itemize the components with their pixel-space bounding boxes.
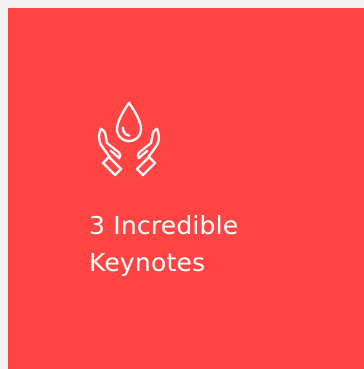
feature-card: 3 Incredible Keynotes [8,8,364,369]
card-title: 3 Incredible Keynotes [89,207,329,281]
card-title-line-2: Keynotes [89,248,206,277]
hands-holding-drop-icon [87,95,171,187]
page: 3 Incredible Keynotes [0,0,364,369]
card-title-line-1: 3 Incredible [89,211,239,240]
